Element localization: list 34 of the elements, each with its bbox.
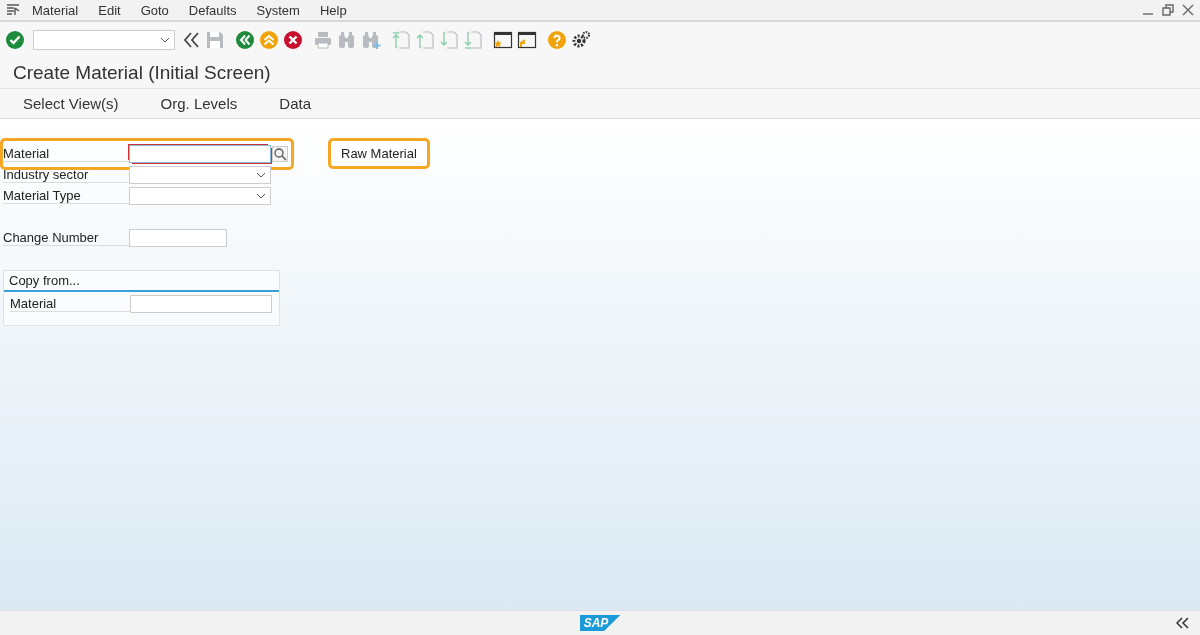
back-double-icon[interactable]: [181, 30, 201, 50]
chevron-down-icon[interactable]: [256, 172, 266, 178]
toolbar-button[interactable]: Select View(s): [13, 95, 129, 112]
shortcut-icon[interactable]: [517, 30, 537, 50]
restore-icon[interactable]: [1162, 4, 1174, 16]
command-field[interactable]: [33, 30, 175, 50]
input-field[interactable]: [130, 295, 272, 313]
customize-icon[interactable]: [571, 30, 591, 50]
dropdown-field[interactable]: [129, 166, 271, 184]
screen-title: Create Material (Initial Screen): [0, 58, 1200, 89]
search-icon[interactable]: [272, 146, 288, 162]
menu-item[interactable]: Goto: [140, 2, 169, 18]
enter-icon[interactable]: [5, 30, 25, 50]
new-session-icon[interactable]: [493, 30, 513, 50]
callout-label: Raw Material: [328, 138, 430, 169]
chevron-down-icon[interactable]: [256, 193, 266, 199]
sap-logo: SAP: [579, 615, 621, 631]
dropdown-field[interactable]: [129, 187, 271, 205]
toolbar-button[interactable]: Data: [269, 95, 321, 112]
chevron-down-icon[interactable]: [160, 37, 170, 43]
menu-icon[interactable]: [6, 4, 20, 16]
group-title: Copy from...: [4, 271, 279, 292]
cancel-icon[interactable]: [283, 30, 303, 50]
double-chevron-icon[interactable]: [1176, 617, 1190, 629]
close-icon[interactable]: [1182, 4, 1194, 16]
menu-item[interactable]: Material: [32, 2, 79, 18]
input-field[interactable]: [129, 145, 271, 163]
input-field[interactable]: [129, 229, 227, 247]
back-icon[interactable]: [235, 30, 255, 50]
toolbar-button[interactable]: Org. Levels: [150, 95, 248, 112]
menu-item[interactable]: Edit: [98, 2, 121, 18]
menu-item[interactable]: Help: [319, 2, 347, 18]
menu-item[interactable]: System: [256, 2, 300, 18]
menu-item[interactable]: Defaults: [188, 2, 237, 18]
